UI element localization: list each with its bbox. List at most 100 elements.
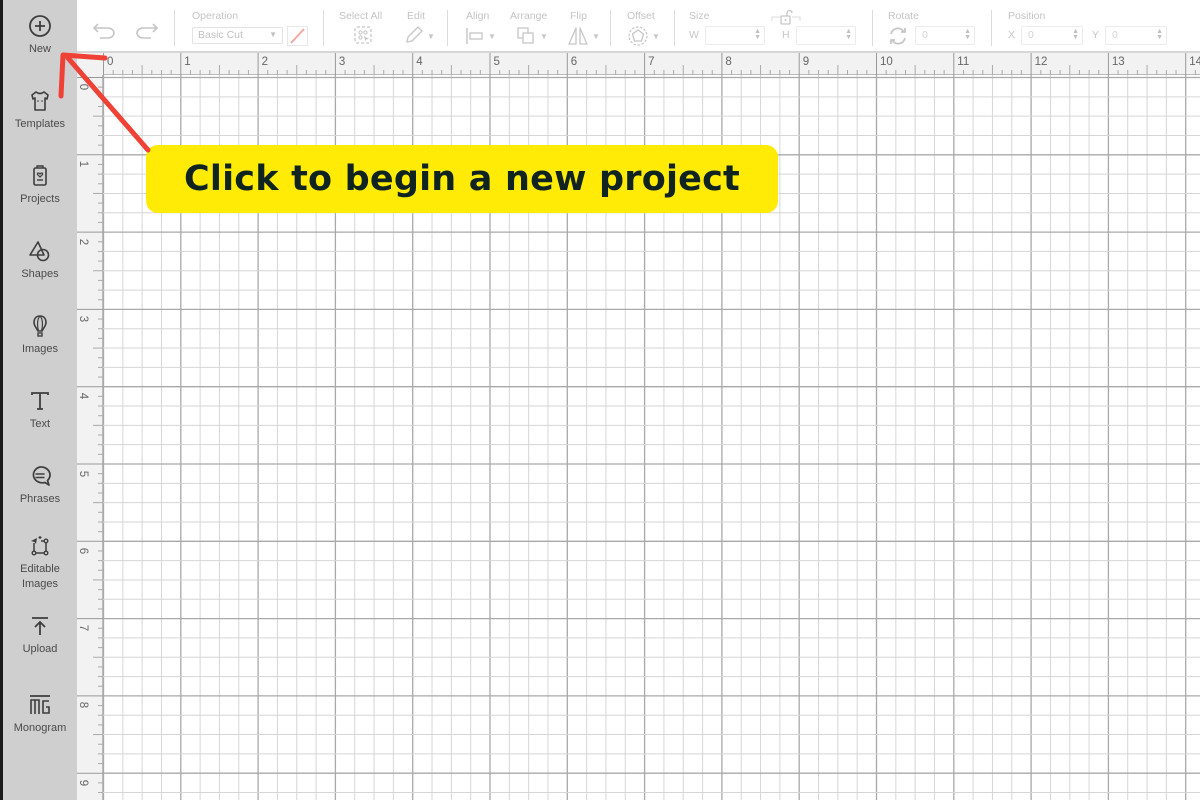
horizontal-ruler: 0 1 2 3 4 5 6 7 8 9 10 11 12 13 14 [77, 53, 1200, 75]
monogram-icon [30, 695, 50, 714]
y-stepper-icon[interactable]: ▲ ▼ [1156, 28, 1163, 41]
ruler-label: 1 [184, 56, 191, 68]
toolbar-divider [610, 10, 611, 46]
ruler-label: 7 [648, 56, 655, 68]
x-label: X [1008, 29, 1016, 41]
toolbar-divider [991, 10, 992, 46]
width-stepper-icon[interactable]: ▲ ▼ [754, 28, 761, 41]
sidebar-item-shapes[interactable]: Shapes [3, 239, 77, 282]
x-position-input[interactable]: 0 ▲ ▼ [1021, 26, 1083, 45]
rotate-label: Rotate [888, 10, 919, 22]
flip-label: Flip [570, 10, 587, 22]
tshirt-icon [31, 91, 49, 111]
callout-text: Click to begin a new project [184, 159, 740, 199]
size-label: Size [689, 10, 710, 22]
plus-circle-icon [29, 15, 51, 37]
chevron-down-icon: ▼ [652, 32, 660, 41]
sidebar-item-label: New [28, 43, 51, 55]
lock-open-icon[interactable] [771, 9, 801, 25]
sidebar-item-editable-images[interactable]: Editable Images [3, 534, 77, 592]
pencil-icon [406, 26, 423, 43]
offset-label: Offset [627, 10, 655, 22]
sidebar-item-label: Templates [14, 118, 66, 130]
rotate-stepper-icon[interactable]: ▲ ▼ [964, 28, 971, 41]
sidebar-item-label: Editable Images [20, 563, 60, 590]
y-value: 0 [1112, 29, 1118, 41]
sidebar-item-templates[interactable]: Templates [3, 89, 77, 132]
rotate-input[interactable]: 0 ▲ ▼ [915, 26, 975, 45]
position-label: Position [1008, 10, 1046, 22]
edit-label: Edit [407, 10, 426, 22]
projects-icon [33, 165, 47, 186]
sidebar-item-label: Monogram [13, 722, 67, 734]
edit-button[interactable]: Edit ▼ [402, 0, 438, 53]
text-icon [31, 392, 49, 410]
select-all-label: Select All [339, 10, 383, 22]
ruler-label: 9 [802, 56, 810, 68]
sidebar-item-label: Images [21, 343, 59, 355]
undo-icon [92, 23, 115, 39]
ruler-label: 1 [77, 161, 90, 168]
height-input[interactable]: ▲ ▼ [796, 26, 856, 45]
chevron-down-icon: ▼ [540, 32, 548, 41]
ruler-label: 4 [416, 56, 423, 68]
height-label: H [782, 29, 790, 41]
offset-icon [628, 26, 648, 46]
ruler-label: 13 [1111, 56, 1125, 68]
sidebar-item-label: Shapes [21, 268, 59, 280]
ruler-label: 6 [570, 56, 578, 68]
upload-icon [32, 617, 48, 635]
align-button[interactable]: Align ▼ [465, 0, 501, 53]
ruler-label: 2 [261, 56, 268, 68]
balloon-icon [33, 315, 47, 337]
y-position-input[interactable]: 0 ▲ ▼ [1105, 26, 1167, 45]
ruler-label: 8 [725, 56, 732, 68]
y-label: Y [1092, 29, 1100, 41]
sidebar-item-phrases[interactable]: Phrases [3, 464, 77, 507]
ruler-label: 0 [107, 56, 114, 68]
arrange-label: Arrange [510, 10, 548, 22]
sidebar-item-label: Text [29, 418, 51, 430]
chevron-down-icon: ▼ [427, 32, 435, 41]
height-stepper-icon[interactable]: ▲ ▼ [845, 28, 852, 41]
ruler-label: 8 [77, 702, 90, 709]
vertical-ruler: 0 1 2 3 4 5 6 7 8 9 [77, 75, 103, 800]
ruler-label: 3 [338, 56, 346, 68]
rotate-icon [890, 27, 906, 45]
ruler-label: 6 [77, 547, 90, 554]
width-label: W [689, 29, 699, 41]
slash-icon [290, 28, 305, 44]
sidebar-item-new[interactable]: New [3, 14, 77, 57]
sidebar-item-upload[interactable]: Upload [3, 614, 77, 657]
sidebar-item-text[interactable]: Text [3, 389, 77, 432]
toolbar-divider [872, 10, 873, 46]
flip-button[interactable]: Flip ▼ [567, 0, 603, 53]
arrange-button[interactable]: Arrange ▼ [509, 0, 555, 53]
chevron-down-icon: ▼ [269, 30, 277, 39]
operation-label: Operation [192, 10, 239, 22]
select-all-icon [354, 26, 372, 44]
ruler-label: 11 [957, 56, 970, 68]
chevron-down-icon: ▼ [592, 32, 600, 41]
width-input[interactable]: ▲ ▼ [705, 26, 765, 45]
ruler-label: 7 [77, 624, 90, 632]
speech-bubble-icon [32, 466, 51, 486]
ruler-label: 4 [77, 392, 90, 400]
ruler-corner [77, 53, 103, 75]
sidebar-item-label: Phrases [19, 493, 61, 505]
chevron-down-icon: ▼ [488, 32, 496, 41]
redo-button[interactable] [133, 0, 159, 53]
undo-button[interactable] [92, 0, 118, 53]
select-all-button[interactable]: Select All [335, 0, 395, 53]
linetype-color-swatch[interactable] [287, 26, 308, 46]
sidebar-item-projects[interactable]: Projects [3, 164, 77, 207]
offset-button[interactable]: Offset ▼ [625, 0, 665, 53]
ruler-label: 5 [493, 56, 500, 68]
operation-select[interactable]: Basic Cut ▼ [192, 27, 283, 44]
top-toolbar: Operation Basic Cut ▼ Select All Edit ▼ … [77, 0, 1200, 53]
sidebar-item-monogram[interactable]: Monogram [3, 693, 77, 736]
x-stepper-icon[interactable]: ▲ ▼ [1072, 28, 1079, 41]
rotate-value: 0 [922, 29, 928, 41]
sidebar-item-images[interactable]: Images [3, 314, 77, 357]
editable-images-icon [31, 536, 49, 556]
